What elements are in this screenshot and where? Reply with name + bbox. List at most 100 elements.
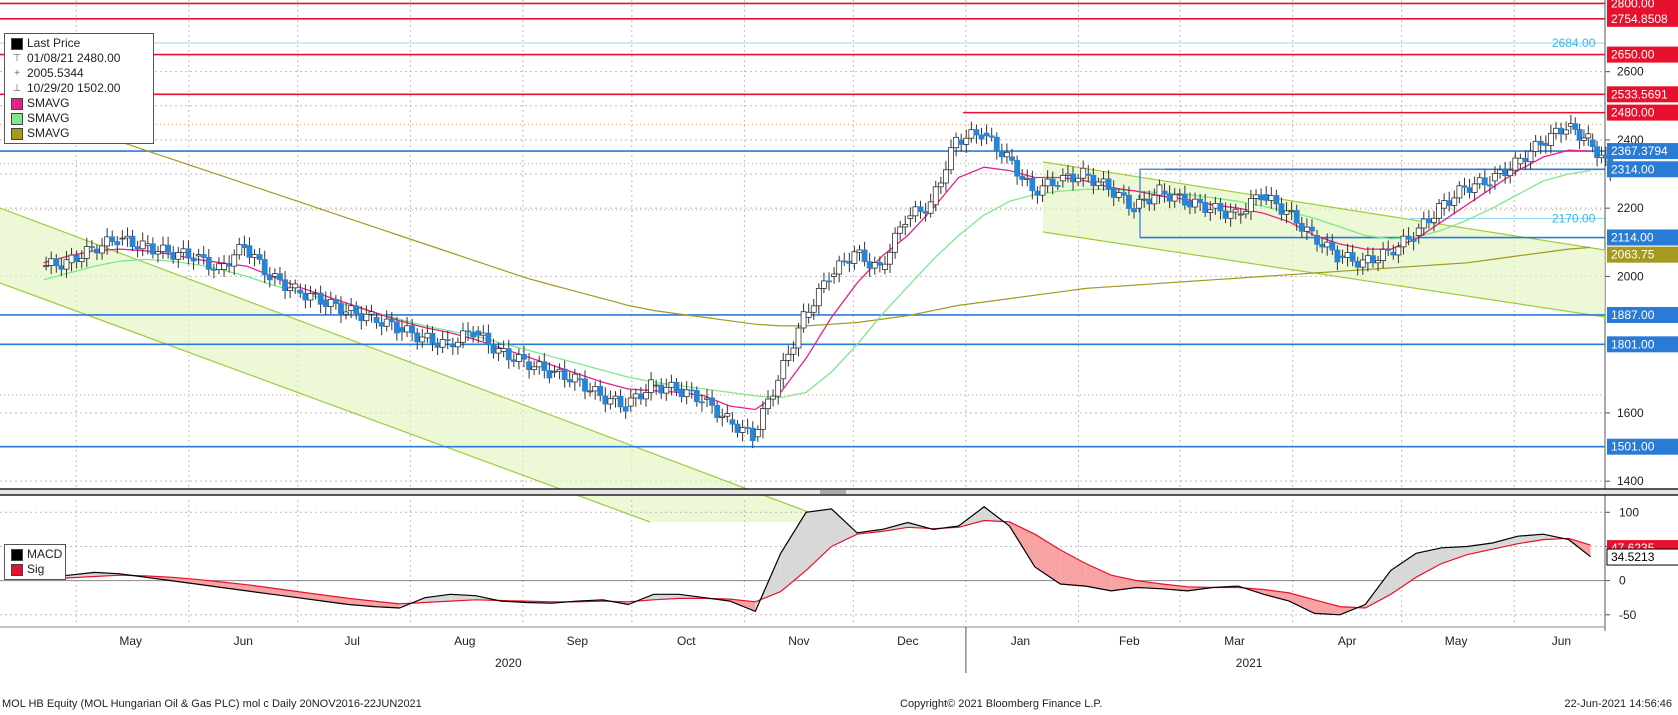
candle-body [322,299,329,307]
candle-body [1268,195,1275,201]
candle-body [1070,173,1076,183]
month-label: Jun [1552,634,1571,648]
candle-body [393,321,400,334]
candle-body [383,318,390,327]
candle-body [104,236,111,247]
chart-canvas: 140016002000220024002600 2800.002754.850… [0,0,1678,673]
candle-body [1436,203,1442,219]
candle-body [358,313,365,322]
candle-body [332,298,339,304]
candle-body [480,332,487,336]
candle-body [271,273,278,277]
candle-body [200,254,207,258]
legend-macd: MACD [5,547,65,562]
candle-body [724,413,731,417]
candle-body [1131,208,1137,213]
candle-body [43,265,50,267]
level-label: 2367.3794 [1611,144,1668,158]
panel-separator[interactable] [0,488,1678,496]
candle-body [1451,197,1458,206]
candle-body [597,386,604,396]
candle-body [668,381,675,388]
candle-body [1585,133,1592,139]
candle-body [216,263,222,270]
candle-body [1019,175,1026,180]
candle-body [1390,252,1397,256]
candle-body [139,240,146,250]
candle-body [876,262,883,266]
candle-body [58,265,65,270]
candle-body [1115,192,1122,198]
price-axis: 140016002000220024002600 [1605,65,1644,488]
candle-body [1227,211,1234,219]
macd-lines [43,506,1591,616]
candle-body [53,258,60,267]
candle-body [846,260,853,264]
candle-body [577,378,583,381]
candle-body [978,134,985,140]
price-legend: Last Price ⊤ 01/08/21 2480.00 + 2005.534… [4,33,154,144]
candle-body [678,388,685,398]
candle-body [587,390,593,393]
level-label: 2533.5691 [1611,87,1668,101]
candle-body [1283,210,1290,215]
candle-body [419,336,426,343]
candle-body [1054,185,1061,187]
candle-body [449,344,456,348]
candle-body [897,226,904,234]
level-label: 1501.00 [1611,440,1655,454]
month-label: Sep [567,634,589,648]
level-label: 2800.00 [1611,0,1655,10]
candle-body [1380,249,1387,262]
candle-body [1431,217,1437,223]
candle-body [1344,252,1351,258]
candle-body [1359,259,1366,268]
candle-body [348,305,355,311]
year-label: 2021 [1236,656,1263,670]
candle-body [1385,249,1392,251]
candle-body [1278,203,1285,215]
month-label: Oct [677,634,696,648]
price-tick-label: 1600 [1617,406,1644,420]
macd-tick-label: 100 [1619,505,1639,519]
candle-body [68,254,75,264]
candle-body [561,368,568,380]
candle-body [1176,193,1183,196]
candle-body [866,261,873,269]
candle-body [88,246,95,248]
candle-body [1044,178,1051,187]
candle-body [998,150,1005,158]
month-label: Mar [1224,634,1245,648]
level-label: 2114.00 [1611,231,1654,245]
candle-body [1105,178,1112,190]
legend-high-value: 01/08/21 2480.00 [27,51,121,65]
legend-sma-2-swatch [11,113,23,125]
candle-body [1527,150,1534,163]
candle-body [851,251,858,264]
candle-body [500,348,507,352]
candle-body [429,332,436,344]
candle-body [1146,198,1153,205]
candle-body [1232,208,1239,213]
candle-body [160,244,166,253]
candle-body [1197,198,1204,203]
candle-body [516,354,522,362]
candle-body [643,392,649,400]
candle-body [363,313,370,322]
candle-body [221,263,227,270]
candle-body [1492,173,1498,182]
candle-body [1512,157,1519,171]
candle-body [510,359,517,362]
candle-body [1253,194,1259,199]
candle-body [1517,157,1524,165]
candle-body [1207,209,1214,213]
candle-body [1258,194,1265,201]
candle-body [1334,249,1341,263]
candle-body [1589,139,1596,148]
candle-body [185,248,192,259]
candle-body [1349,252,1356,262]
candle-body [1171,194,1178,202]
candle-body [1370,255,1376,264]
macd-tick-label: 0 [1619,574,1626,588]
candle-body [495,348,502,354]
